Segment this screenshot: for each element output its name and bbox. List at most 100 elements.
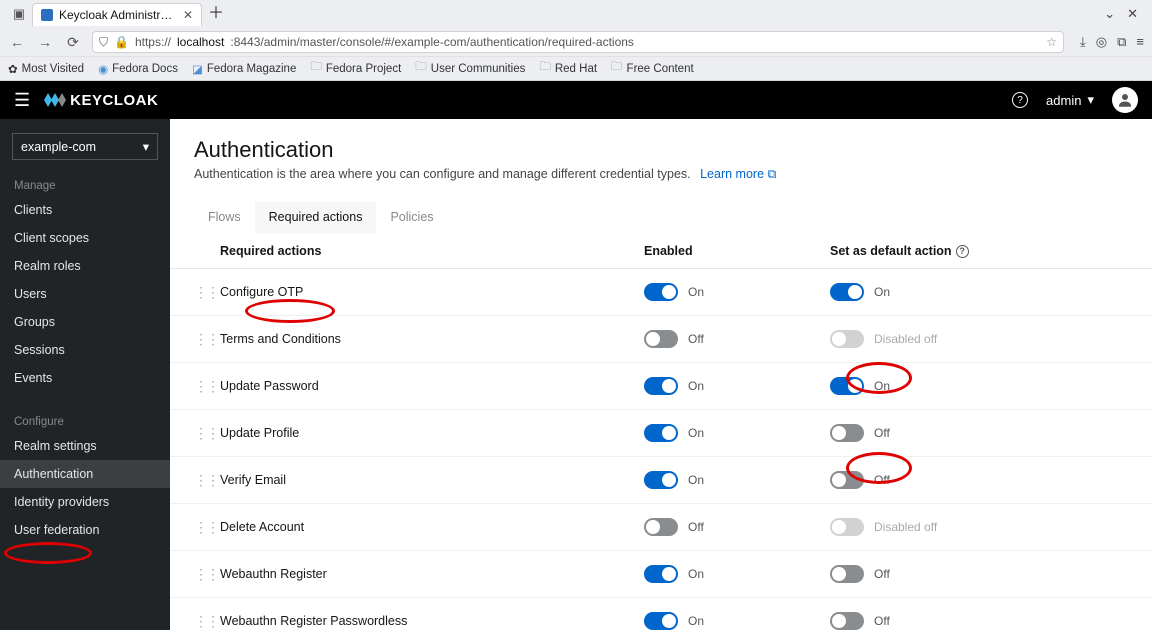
sidebar-item-client-scopes[interactable]: Client scopes bbox=[0, 224, 170, 252]
external-link-icon: ⧉ bbox=[768, 167, 777, 182]
help-icon[interactable]: ? bbox=[956, 245, 969, 258]
bm-user-communities[interactable]: 🗀User Communities bbox=[415, 59, 525, 78]
tabs: Flows Required actions Policies bbox=[170, 192, 1152, 234]
table-row: ⋮⋮Terms and ConditionsOffDisabled off bbox=[170, 316, 1152, 363]
reload-button[interactable]: ⟳ bbox=[64, 34, 82, 51]
enabled-label: On bbox=[688, 379, 704, 393]
chevron-down-icon[interactable]: ⌄ bbox=[1104, 6, 1115, 22]
user-dropdown[interactable]: admin ▾ bbox=[1046, 92, 1094, 108]
account-icon[interactable]: ◎ bbox=[1096, 34, 1107, 50]
default-label: Off bbox=[874, 567, 890, 581]
row-name: Verify Email bbox=[214, 473, 644, 487]
bm-fedora-magazine[interactable]: ◪Fedora Magazine bbox=[192, 62, 296, 76]
caret-down-icon: ▾ bbox=[143, 139, 149, 154]
close-window-icon[interactable]: ✕ bbox=[1127, 6, 1138, 22]
default-label: Off bbox=[874, 426, 890, 440]
close-tab-icon[interactable]: ✕ bbox=[183, 8, 193, 22]
sidebar-item-groups[interactable]: Groups bbox=[0, 308, 170, 336]
bookmarks-bar: ✿Most Visited ◉Fedora Docs ◪Fedora Magaz… bbox=[0, 56, 1152, 80]
enabled-toggle[interactable] bbox=[644, 283, 678, 301]
drag-handle-icon[interactable]: ⋮⋮ bbox=[194, 566, 214, 583]
download-icon[interactable]: ⤓ bbox=[1080, 34, 1086, 50]
back-button[interactable]: ← bbox=[8, 34, 26, 50]
keycloak-logo[interactable]: KEYCLOAK bbox=[44, 92, 158, 109]
drag-handle-icon[interactable]: ⋮⋮ bbox=[194, 472, 214, 489]
browser-tab[interactable]: Keycloak Administration ✕ bbox=[32, 3, 202, 26]
default-action-toggle[interactable] bbox=[830, 565, 864, 583]
bm-most-visited[interactable]: ✿Most Visited bbox=[8, 62, 84, 76]
sidebar-item-user-federation[interactable]: User federation bbox=[0, 516, 170, 544]
page-header: Authentication Authentication is the are… bbox=[170, 137, 1152, 192]
new-tab-button[interactable]: ＋ bbox=[208, 6, 224, 22]
enabled-label: Off bbox=[688, 332, 704, 346]
row-name: Update Password bbox=[214, 379, 644, 393]
url-post: :8443/admin/master/console/#/example-com… bbox=[230, 35, 634, 49]
enabled-toggle[interactable] bbox=[644, 377, 678, 395]
sidebar-item-identity-providers[interactable]: Identity providers bbox=[0, 488, 170, 516]
table-row: ⋮⋮Delete AccountOffDisabled off bbox=[170, 504, 1152, 551]
th-required-actions: Required actions bbox=[194, 244, 644, 258]
shield-icon: ⛉ bbox=[99, 35, 108, 50]
drag-handle-icon[interactable]: ⋮⋮ bbox=[194, 331, 214, 348]
drag-handle-icon[interactable]: ⋮⋮ bbox=[194, 613, 214, 630]
learn-more-link[interactable]: Learn more ⧉ bbox=[700, 167, 776, 181]
row-name: Terms and Conditions bbox=[214, 332, 644, 346]
folder-icon: 🗀 bbox=[310, 59, 322, 78]
drag-handle-icon[interactable]: ⋮⋮ bbox=[194, 378, 214, 395]
default-action-toggle[interactable] bbox=[830, 471, 864, 489]
drag-handle-icon[interactable]: ⋮⋮ bbox=[194, 425, 214, 442]
drag-handle-icon[interactable]: ⋮⋮ bbox=[194, 519, 214, 536]
sidebar-item-users[interactable]: Users bbox=[0, 280, 170, 308]
enabled-toggle[interactable] bbox=[644, 612, 678, 630]
help-icon[interactable]: ? bbox=[1012, 92, 1028, 108]
enabled-label: Off bbox=[688, 520, 704, 534]
table-row: ⋮⋮Webauthn RegisterOnOff bbox=[170, 551, 1152, 598]
avatar[interactable] bbox=[1112, 87, 1138, 113]
sidebar-item-sessions[interactable]: Sessions bbox=[0, 336, 170, 364]
default-action-toggle[interactable] bbox=[830, 283, 864, 301]
url-pre: https:// bbox=[135, 35, 171, 49]
bookmark-star-icon[interactable]: ☆ bbox=[1046, 35, 1057, 49]
default-action-toggle bbox=[830, 330, 864, 348]
sidebar-item-authentication[interactable]: Authentication bbox=[0, 460, 170, 488]
default-action-toggle[interactable] bbox=[830, 424, 864, 442]
tab-flows[interactable]: Flows bbox=[194, 202, 255, 234]
row-name: Configure OTP bbox=[214, 285, 644, 299]
sidebar-item-events[interactable]: Events bbox=[0, 364, 170, 392]
forward-button[interactable]: → bbox=[36, 34, 54, 50]
enabled-toggle[interactable] bbox=[644, 518, 678, 536]
enabled-toggle[interactable] bbox=[644, 424, 678, 442]
enabled-label: On bbox=[688, 285, 704, 299]
drag-handle-icon[interactable]: ⋮⋮ bbox=[194, 284, 214, 301]
fedora-icon: ◪ bbox=[192, 62, 203, 76]
default-action-toggle[interactable] bbox=[830, 612, 864, 630]
url-bar[interactable]: ⛉ 🔒 https://localhost:8443/admin/master/… bbox=[92, 31, 1064, 53]
address-row: ← → ⟳ ⛉ 🔒 https://localhost:8443/admin/m… bbox=[0, 28, 1152, 56]
side-group-manage: Manage bbox=[0, 174, 170, 196]
bm-fedora-docs[interactable]: ◉Fedora Docs bbox=[98, 62, 178, 76]
bm-red-hat[interactable]: 🗀Red Hat bbox=[539, 59, 597, 78]
bm-free-content[interactable]: 🗀Free Content bbox=[611, 59, 694, 78]
realm-name: example-com bbox=[21, 140, 96, 154]
extensions-icon[interactable]: ⧉ bbox=[1117, 34, 1126, 50]
sidebar-item-clients[interactable]: Clients bbox=[0, 196, 170, 224]
tab-policies[interactable]: Policies bbox=[376, 202, 447, 234]
enabled-toggle[interactable] bbox=[644, 471, 678, 489]
logo-mark-icon bbox=[44, 93, 66, 107]
row-name: Webauthn Register bbox=[214, 567, 644, 581]
default-label: Off bbox=[874, 614, 890, 628]
sidebar-item-realm-roles[interactable]: Realm roles bbox=[0, 252, 170, 280]
default-action-toggle[interactable] bbox=[830, 377, 864, 395]
enabled-toggle[interactable] bbox=[644, 330, 678, 348]
bm-fedora-project[interactable]: 🗀Fedora Project bbox=[310, 59, 401, 78]
realm-selector[interactable]: example-com ▾ bbox=[12, 133, 158, 160]
tab-required-actions[interactable]: Required actions bbox=[255, 202, 377, 234]
enabled-toggle[interactable] bbox=[644, 565, 678, 583]
url-host: localhost bbox=[177, 35, 224, 49]
hamburger-icon[interactable]: ☰ bbox=[14, 90, 30, 111]
default-label: On bbox=[874, 379, 890, 393]
table-row: ⋮⋮Update Password On On bbox=[170, 363, 1152, 410]
menu-icon[interactable]: ≡ bbox=[1136, 34, 1144, 50]
table-row: ⋮⋮Webauthn Register PasswordlessOnOff bbox=[170, 598, 1152, 630]
sidebar-item-realm-settings[interactable]: Realm settings bbox=[0, 432, 170, 460]
